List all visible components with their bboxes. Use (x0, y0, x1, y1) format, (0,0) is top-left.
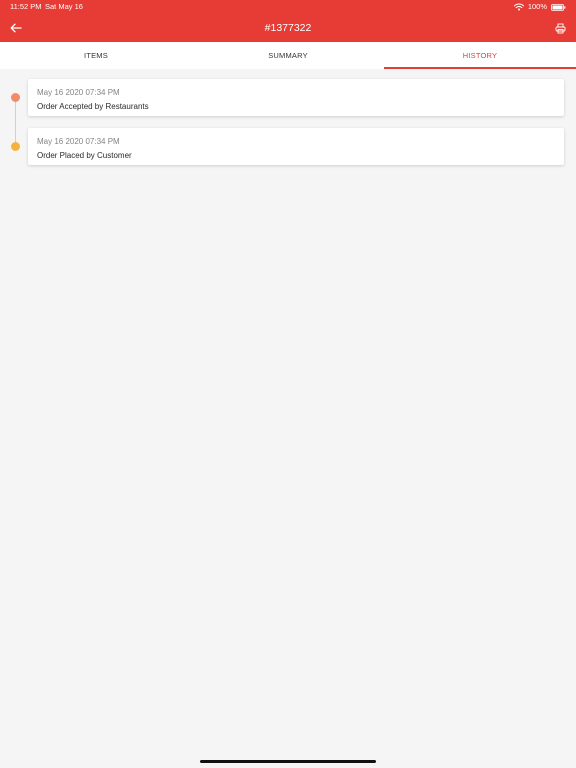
history-date: May 16 2020 07:34 PM (37, 88, 120, 97)
battery-icon (551, 3, 566, 11)
timeline-connector (15, 97, 16, 145)
home-indicator[interactable] (200, 760, 376, 763)
history-event: Order Placed by Customer (37, 151, 132, 160)
print-button[interactable] (550, 18, 570, 38)
order-tabs: ITEMS SUMMARY HISTORY (0, 42, 576, 69)
tab-summary[interactable]: SUMMARY (192, 42, 384, 69)
history-entry: May 16 2020 07:34 PM Order Accepted by R… (28, 79, 564, 116)
wifi-icon (513, 3, 524, 11)
status-time: 11:52 PM (10, 2, 42, 11)
status-indicators: 100% (513, 0, 566, 14)
timeline-dot-placed (11, 142, 20, 151)
status-date: Sat May 16 (45, 2, 83, 11)
order-number-title: #1377322 (264, 22, 312, 34)
navigation-bar: #1377322 (0, 14, 576, 42)
app-header: 11:52 PM Sat May 16 100% #1377322 (0, 0, 576, 42)
battery-percent: 100% (527, 2, 547, 11)
status-bar: 11:52 PM Sat May 16 100% (0, 0, 576, 14)
history-entry: May 16 2020 07:34 PM Order Placed by Cus… (28, 128, 564, 165)
history-date: May 16 2020 07:34 PM (37, 137, 120, 146)
tab-items[interactable]: ITEMS (0, 42, 192, 69)
tab-history[interactable]: HISTORY (384, 42, 576, 69)
printer-icon (555, 23, 565, 33)
timeline-dot-accepted (11, 93, 20, 102)
history-event: Order Accepted by Restaurants (37, 102, 149, 111)
